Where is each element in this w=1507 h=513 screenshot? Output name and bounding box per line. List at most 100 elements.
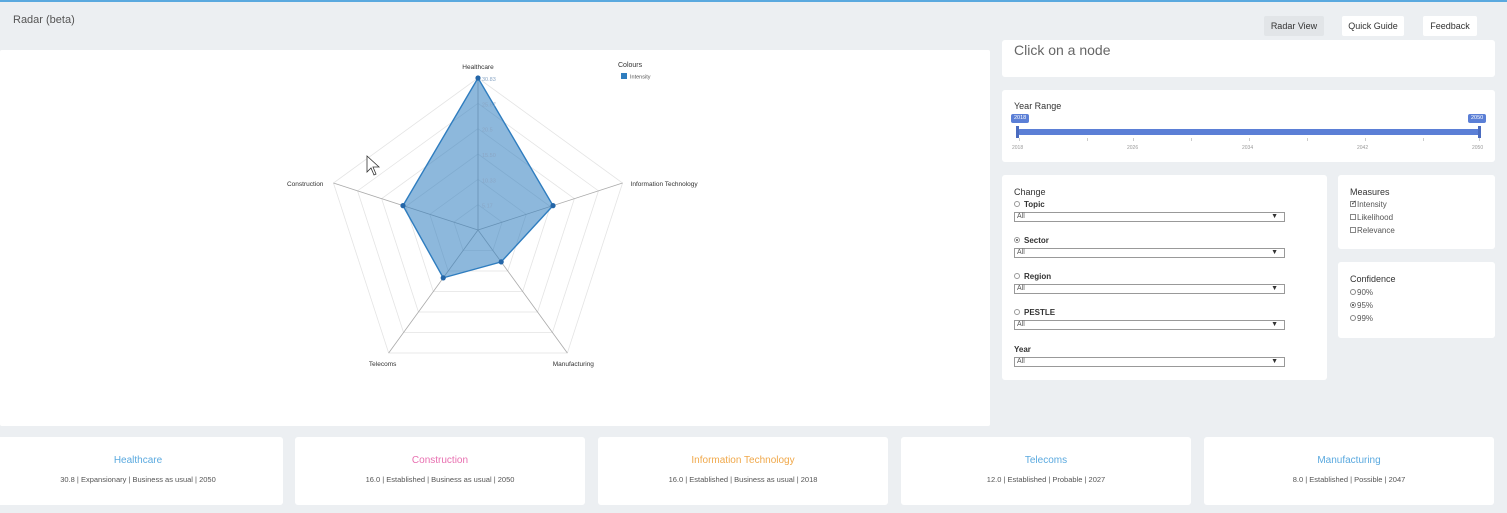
confidence-title: Confidence	[1350, 274, 1396, 284]
year-range-max-handle[interactable]	[1478, 126, 1481, 138]
confidence-95-radio[interactable]: 95%	[1350, 301, 1373, 310]
radar-view-button[interactable]: Radar View	[1264, 16, 1324, 36]
summary-title: Telecoms	[1024, 455, 1068, 466]
pestle-label: PESTLE	[1024, 308, 1056, 317]
summary-detail: 16.0 | Established | Business as usual |…	[365, 475, 515, 484]
radar-scale-label: 15.50	[482, 153, 496, 159]
pestle-radio[interactable]: PESTLE	[1014, 308, 1055, 317]
topic-select[interactable]: All ▼	[1014, 212, 1285, 222]
radar-chart: 5.17 10.33 15.50 20.5 25.67 30.83 Healthcare In…	[287, 62, 699, 368]
measures-title: Measures	[1350, 187, 1390, 197]
confidence-99-radio[interactable]: 99%	[1350, 314, 1373, 323]
radar-axis-label: Telecoms	[369, 361, 397, 368]
dropdown-arrow-icon: ▼	[1271, 249, 1278, 256]
measure-relevance-checkbox[interactable]: Relevance	[1350, 226, 1395, 235]
year-range-card: Year Range 2018 2050 2018 2026 2034 2042…	[1002, 90, 1495, 162]
sector-radio[interactable]: Sector	[1014, 236, 1049, 245]
radar-scale-label: 30.83	[482, 77, 496, 83]
radio-icon-selected	[1014, 236, 1020, 243]
summary-card-telecoms[interactable]: Telecoms 12.0 | Established | Probable |…	[901, 437, 1191, 505]
radar-axis-label: Healthcare	[462, 64, 494, 71]
summary-card-manufacturing[interactable]: Manufacturing 8.0 | Established | Possib…	[1204, 437, 1494, 505]
radio-icon	[1014, 200, 1020, 207]
checkbox-icon	[1350, 227, 1356, 233]
dropdown-arrow-icon: ▼	[1271, 321, 1278, 328]
radar-chart-panel: 5.17 10.33 15.50 20.5 25.67 30.83 Healthcare In…	[0, 50, 990, 426]
year-filter-label: Year	[1014, 345, 1031, 354]
year-tick-label: 2026	[1127, 145, 1139, 151]
tick-mark	[1479, 138, 1480, 141]
change-filter-card: Change Topic All ▼ Sector All ▼ Region All…	[1002, 175, 1327, 380]
summary-detail: 8.0 | Established | Possible | 2047	[1292, 475, 1406, 484]
measures-card: Measures Intensity Likelihood Relevance	[1338, 175, 1495, 249]
radar-data-point	[400, 203, 406, 209]
confidence-label: 99%	[1357, 314, 1374, 323]
radar-series	[400, 75, 556, 281]
radar-scale-label: 5.17	[482, 204, 493, 210]
region-label: Region	[1024, 272, 1052, 281]
summary-detail: 12.0 | Established | Probable | 2027	[986, 475, 1106, 484]
radar-data-point	[550, 203, 556, 209]
quick-guide-button[interactable]: Quick Guide	[1342, 16, 1404, 36]
app-title: Radar (beta)	[13, 14, 75, 26]
tick-mark	[1191, 138, 1192, 141]
year-range-min-label: 2018	[1011, 114, 1030, 123]
legend-swatch-intensity	[621, 73, 627, 79]
summary-title: Healthcare	[113, 455, 163, 466]
radar-axis-label: Information Technology	[631, 181, 699, 188]
year-tick-label: 2034	[1242, 145, 1254, 151]
mouse-cursor-icon	[366, 155, 381, 176]
legend-title: Colours	[618, 62, 643, 69]
checkbox-checked-icon	[1350, 199, 1357, 207]
year-range-min-handle[interactable]	[1016, 126, 1019, 138]
feedback-button[interactable]: Feedback	[1423, 16, 1477, 36]
confidence-90-radio[interactable]: 90%	[1350, 288, 1373, 297]
radar-scale-label: 10.33	[482, 178, 496, 184]
summary-title: Manufacturing	[1317, 455, 1381, 466]
summary-title: Construction	[411, 455, 469, 466]
year-tick-label: 2042	[1357, 145, 1369, 151]
radio-icon	[1350, 315, 1356, 321]
radar-axis-label: Manufacturing	[553, 361, 595, 368]
region-radio[interactable]: Region	[1014, 272, 1051, 281]
measure-label: Relevance	[1357, 226, 1395, 235]
topic-select-value: All	[1017, 213, 1025, 220]
tick-mark	[1133, 138, 1134, 141]
radio-icon	[1014, 272, 1020, 279]
tick-mark	[1019, 138, 1020, 141]
summary-detail: 30.8 | Expansionary | Business as usual …	[60, 475, 216, 484]
node-message: Click on a node	[1014, 42, 1111, 58]
summary-detail: 16.0 | Established | Business as usual |…	[668, 475, 818, 484]
year-select[interactable]: All ▼	[1014, 357, 1285, 367]
dropdown-arrow-icon: ▼	[1271, 285, 1278, 292]
node-info-card: Click on a node	[1002, 40, 1495, 77]
radar-data-point	[475, 75, 481, 81]
year-range-title: Year Range	[1014, 101, 1062, 111]
topic-radio[interactable]: Topic	[1014, 200, 1045, 209]
region-select[interactable]: All ▼	[1014, 284, 1285, 294]
tick-mark	[1249, 138, 1250, 141]
legend-entry-intensity: Intensity	[630, 75, 651, 81]
radio-icon	[1350, 289, 1356, 295]
summary-card-healthcare[interactable]: Healthcare 30.8 | Expansionary | Busines…	[0, 437, 283, 505]
year-select-value: All	[1017, 358, 1025, 365]
radar-axis-label: Construction	[287, 181, 324, 188]
measure-label: Intensity	[1357, 200, 1387, 209]
pestle-select-value: All	[1017, 321, 1025, 328]
topic-label: Topic	[1024, 200, 1045, 209]
dropdown-arrow-icon: ▼	[1271, 213, 1278, 220]
radio-icon-selected	[1350, 302, 1356, 308]
sector-select[interactable]: All ▼	[1014, 248, 1285, 258]
pestle-select[interactable]: All ▼	[1014, 320, 1285, 330]
summary-card-construction[interactable]: Construction 16.0 | Established | Busine…	[295, 437, 585, 505]
tick-mark	[1307, 138, 1308, 141]
radar-series-area	[402, 76, 554, 279]
confidence-label: 95%	[1357, 301, 1374, 310]
change-title: Change	[1014, 187, 1046, 197]
radar-scale-label: 25.67	[482, 102, 496, 108]
measure-likelihood-checkbox[interactable]: Likelihood	[1350, 213, 1393, 222]
measure-intensity-checkbox[interactable]: Intensity	[1350, 199, 1387, 209]
summary-card-information-technology[interactable]: Information Technology 16.0 | Establishe…	[598, 437, 888, 505]
year-range-track[interactable]	[1018, 129, 1480, 135]
year-tick-label: 2018	[1012, 145, 1024, 151]
